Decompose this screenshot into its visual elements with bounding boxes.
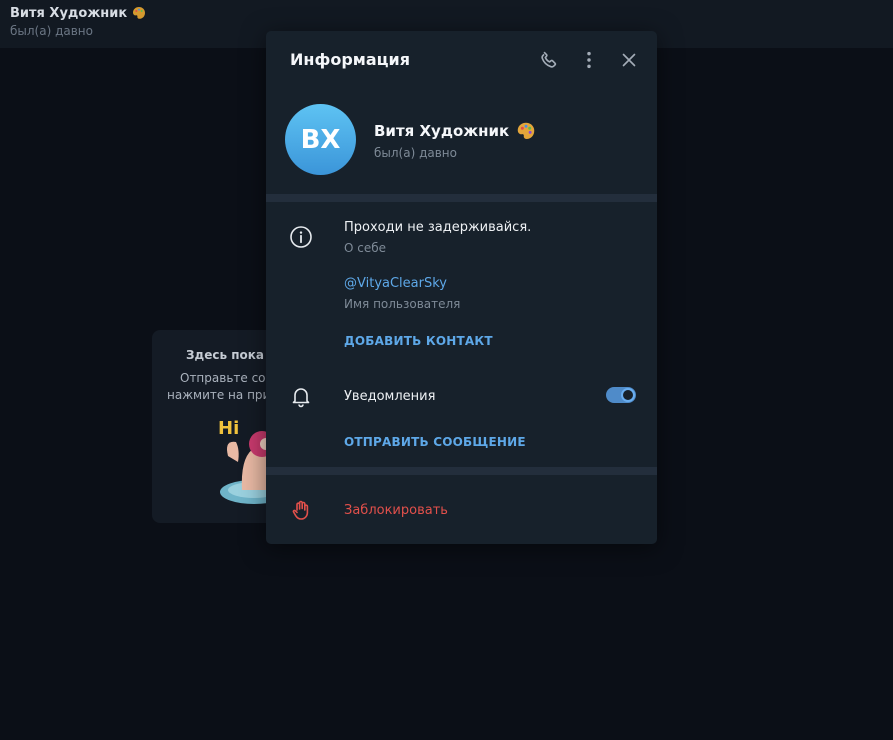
profile-name: Витя Художник	[374, 122, 510, 140]
palette-icon	[517, 122, 535, 139]
info-icon	[289, 225, 313, 249]
username-label: Имя пользователя	[344, 297, 461, 311]
send-message-button[interactable]: ОТПРАВИТЬ СООБЩЕНИЕ	[344, 435, 526, 449]
palette-icon	[133, 7, 146, 19]
phone-icon[interactable]	[538, 49, 560, 71]
section-divider	[266, 194, 657, 202]
hand-stop-icon	[289, 498, 313, 522]
notifications-label: Уведомления	[344, 389, 436, 404]
user-info-dialog: Информация ВХ Витя Художник был(а) давно	[266, 31, 657, 544]
dialog-title: Информация	[290, 50, 410, 69]
profile-section: ВХ Витя Художник был(а) давно	[266, 87, 657, 194]
bell-icon	[289, 384, 313, 408]
empty-chat-title: Здесь пока н	[186, 348, 277, 362]
username-link[interactable]: @VityaClearSky	[344, 276, 447, 291]
avatar[interactable]: ВХ	[285, 104, 356, 175]
section-divider	[266, 467, 657, 475]
svg-text:Hi: Hi	[218, 418, 239, 439]
notifications-toggle[interactable]	[606, 387, 636, 403]
chat-title: Витя Художник	[10, 5, 883, 21]
close-icon[interactable]	[618, 49, 640, 71]
profile-status: был(а) давно	[374, 146, 457, 160]
more-vertical-icon[interactable]	[578, 49, 600, 71]
empty-chat-hint-line2: нажмите на при	[167, 388, 271, 402]
dialog-header: Информация	[266, 31, 657, 87]
chat-contact-name: Витя Художник	[10, 5, 128, 21]
profile-name-row: Витя Художник	[374, 120, 537, 142]
add-contact-button[interactable]: ДОБАВИТЬ КОНТАКТ	[344, 334, 493, 348]
bio-text: Проходи не задерживайся.	[344, 220, 532, 235]
bio-label: О себе	[344, 241, 387, 255]
toggle-knob	[621, 388, 635, 402]
empty-chat-hint-line1: Отправьте со	[180, 371, 266, 385]
block-user-button[interactable]: Заблокировать	[344, 503, 448, 518]
